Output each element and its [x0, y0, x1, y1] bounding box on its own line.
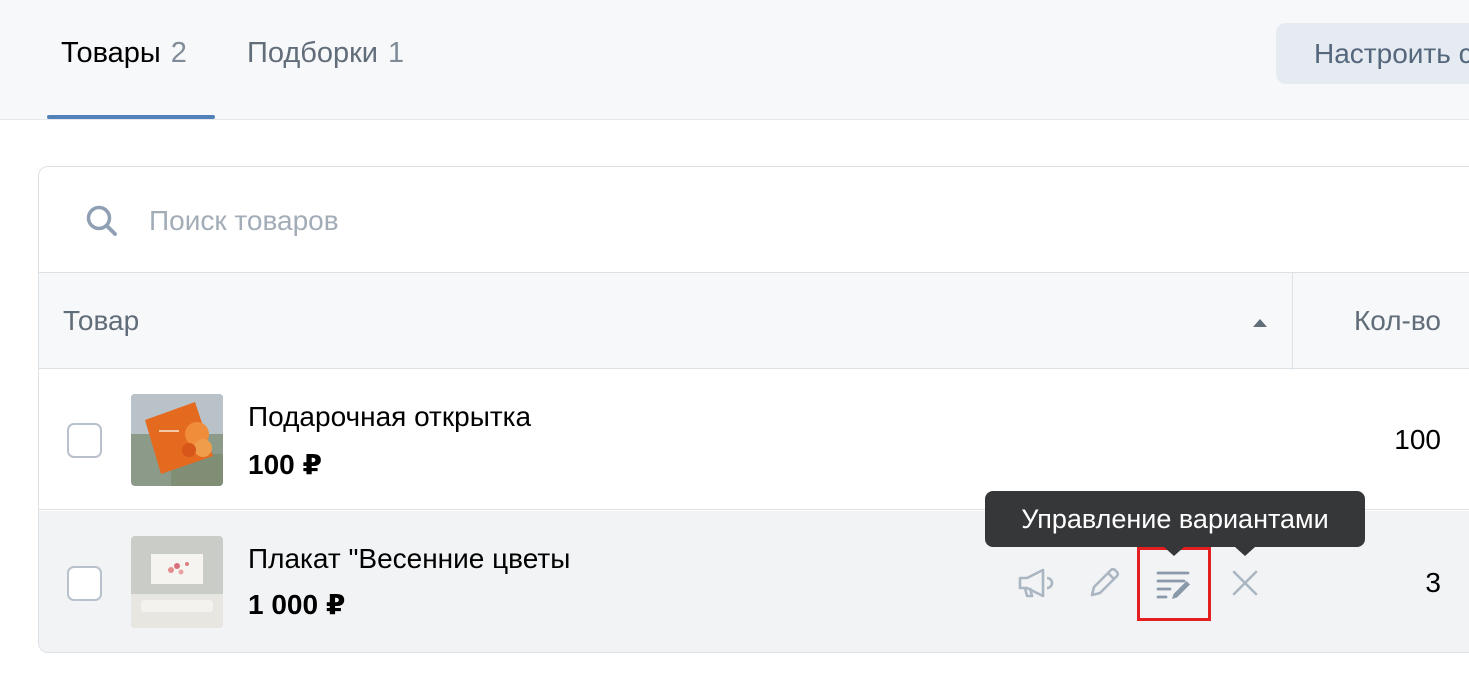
product-thumbnail-poster — [131, 536, 223, 628]
tab-collections-label: Подборки — [247, 37, 379, 69]
tab-products[interactable]: Товары 2 — [61, 36, 187, 70]
configure-button[interactable]: Настроить с — [1276, 23, 1469, 84]
product-quantity: 3 — [1425, 567, 1441, 598]
table-row[interactable]: Подарочная открытка 100 ₽ 100 — [39, 370, 1469, 510]
table-header: Товар Кол-во — [39, 273, 1469, 369]
products-panel: Товар Кол-во Подарочная открытка 100 ₽ 1… — [38, 166, 1469, 653]
active-tab-indicator — [47, 115, 215, 119]
column-header-quantity[interactable]: Кол-во — [1354, 304, 1441, 338]
tab-collections-count: 1 — [388, 37, 405, 69]
product-name[interactable]: Плакат "Весенние цветы — [248, 542, 570, 576]
product-quantity: 100 — [1394, 424, 1441, 455]
tab-products-label: Товары — [61, 37, 161, 69]
megaphone-icon — [1018, 568, 1054, 598]
tooltip-arrow — [1235, 547, 1255, 556]
row-checkbox[interactable] — [67, 423, 102, 458]
tab-collections[interactable]: Подборки 1 — [247, 36, 404, 70]
highlight-box — [1137, 547, 1211, 621]
search-bar — [39, 167, 1469, 273]
promote-button[interactable] — [1011, 560, 1057, 606]
search-icon — [86, 205, 117, 236]
pencil-icon — [1090, 567, 1120, 597]
tab-products-count: 2 — [170, 37, 187, 69]
product-name[interactable]: Подарочная открытка — [248, 400, 531, 434]
column-header-product: Товар — [63, 305, 140, 336]
sort-ascending-icon[interactable] — [1253, 319, 1267, 327]
manage-variants-tooltip: Управление вариантами — [985, 491, 1365, 547]
tooltip-arrow — [1164, 547, 1184, 556]
product-price: 100 ₽ — [248, 449, 322, 480]
product-thumbnail-postcard — [131, 394, 223, 486]
close-icon — [1232, 570, 1258, 596]
row-checkbox[interactable] — [67, 566, 102, 601]
product-price: 1 000 ₽ — [248, 589, 346, 620]
search-input[interactable] — [149, 197, 949, 245]
delete-button[interactable] — [1222, 560, 1268, 606]
top-tabs-bar: Товары 2 Подборки 1 Настроить с — [0, 0, 1469, 120]
edit-button[interactable] — [1081, 560, 1127, 606]
